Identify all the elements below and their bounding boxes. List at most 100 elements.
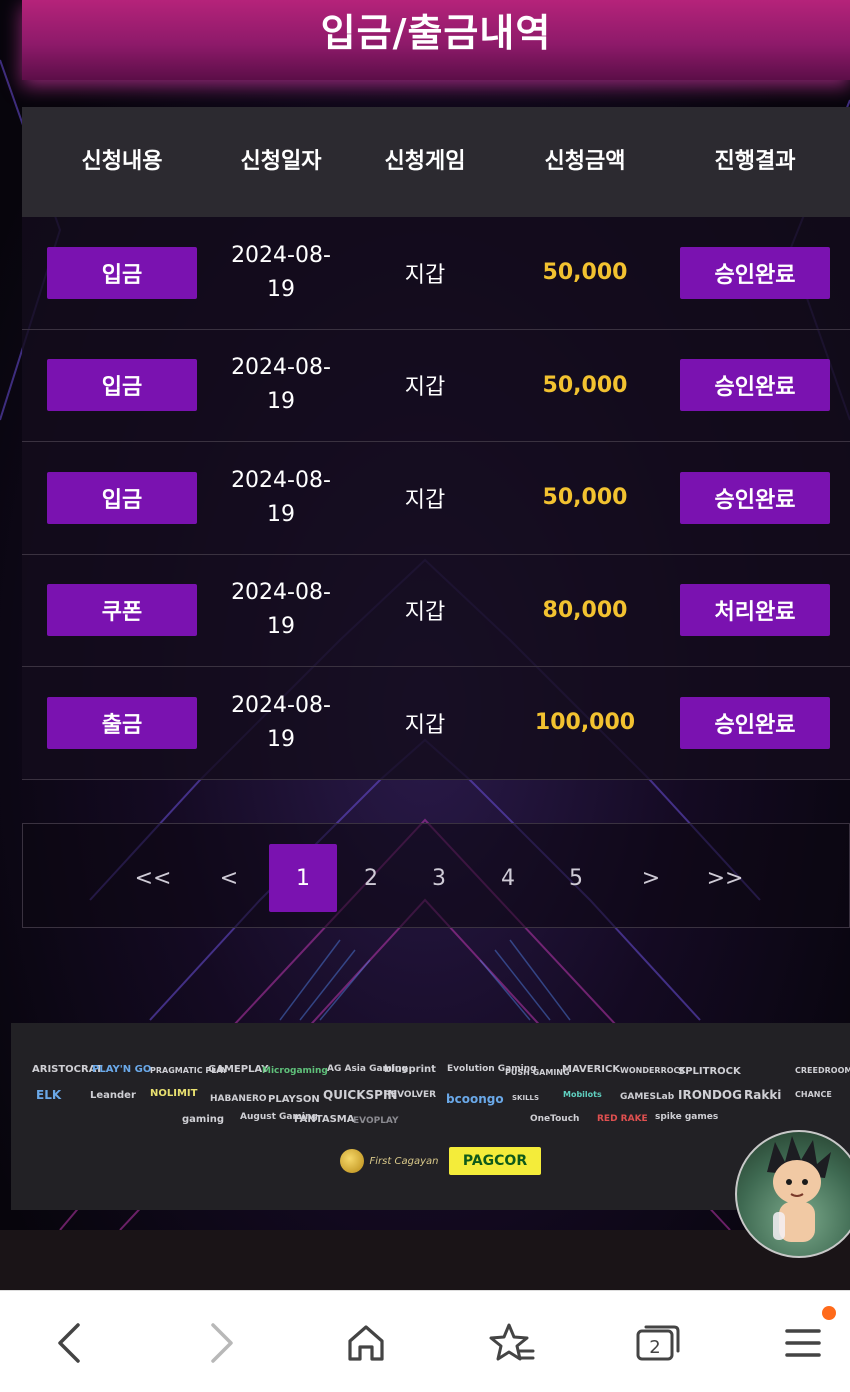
page-3-button[interactable]: 3	[405, 844, 473, 912]
game-value: 지갑	[404, 262, 446, 288]
page-4-button[interactable]: 4	[474, 844, 542, 912]
type-badge[interactable]: 출금	[47, 696, 197, 749]
column-header-date-label: 신청일자	[240, 149, 322, 174]
table-row: 입금 2024-08-19 지갑 50,000 승인완료	[22, 442, 850, 555]
page-1-button[interactable]: 1	[269, 844, 337, 912]
page-bottom-band	[0, 1230, 850, 1290]
provider-logo: SKILLS	[512, 1094, 540, 1102]
provider-logo: SPLITROCK	[678, 1066, 741, 1077]
bookmark-star-icon	[489, 1323, 535, 1361]
provider-logo: PUSH GAMING	[505, 1068, 570, 1077]
back-button[interactable]	[34, 1307, 106, 1379]
status-cell: 승인완료	[660, 696, 850, 749]
game-value: 지갑	[404, 712, 446, 738]
game-cell: 지갑	[340, 594, 510, 626]
notification-dot	[822, 1306, 836, 1320]
home-button[interactable]	[330, 1307, 402, 1379]
type-badge[interactable]: 입금	[47, 359, 197, 412]
date-cell: 2024-08-19	[222, 576, 340, 644]
provider-logo: CHANCE	[795, 1090, 832, 1099]
page-header: 입금/출금내역	[22, 0, 850, 80]
status-badge[interactable]: 승인완료	[680, 359, 830, 412]
status-badge[interactable]: 승인완료	[680, 246, 830, 299]
provider-logo: blueprint	[384, 1064, 436, 1075]
status-badge[interactable]: 처리완료	[680, 584, 830, 637]
date-cell: 2024-08-19	[222, 464, 340, 532]
provider-logo: HABANERO	[210, 1094, 267, 1104]
provider-logo: RED RAKE	[597, 1114, 648, 1124]
character-figure-icon	[767, 1136, 831, 1242]
type-cell: 입금	[22, 471, 222, 524]
provider-logo: bcoongo	[446, 1092, 504, 1106]
amount-cell: 50,000	[510, 260, 660, 285]
date-value: 2024-08-19	[231, 580, 331, 640]
license-label: First Cagayan	[369, 1155, 439, 1167]
tabs-icon: 2	[636, 1325, 680, 1361]
provider-logo: FANTASMA	[294, 1114, 355, 1125]
next-page-button[interactable]: >	[617, 844, 685, 912]
game-value: 지갑	[404, 487, 446, 513]
amount-cell: 80,000	[510, 598, 660, 623]
home-icon	[348, 1325, 384, 1361]
provider-logo: GAMEPLAY	[208, 1064, 269, 1075]
page-5-button[interactable]: 5	[542, 844, 610, 912]
column-header-game: 신청게임	[384, 149, 466, 174]
provider-logo: PLAY'N GO	[92, 1064, 152, 1075]
status-cell: 승인완료	[660, 359, 850, 412]
first-cagayan-logo: First Cagayan	[337, 1147, 441, 1175]
status-badge[interactable]: 승인완료	[680, 696, 830, 749]
status-cell: 승인완료	[660, 246, 850, 299]
type-badge[interactable]: 입금	[47, 471, 197, 524]
amount-value: 100,000	[534, 710, 636, 736]
forward-icon	[211, 1323, 233, 1363]
provider-logo: Rakki	[744, 1088, 782, 1102]
date-value: 2024-08-19	[231, 355, 331, 415]
bookmarks-button[interactable]	[476, 1307, 548, 1379]
date-value: 2024-08-19	[231, 692, 331, 752]
provider-logo: EVOPLAY	[353, 1116, 399, 1126]
provider-footer	[11, 1023, 850, 1210]
table-row: 입금 2024-08-19 지갑 50,000 승인완료	[22, 329, 850, 442]
pagination: << < 1 2 3 4 5 > >>	[22, 823, 850, 928]
type-badge[interactable]: 입금	[47, 246, 197, 299]
browser-navigation-bar: 2	[0, 1290, 850, 1392]
provider-logo: Microgaming	[262, 1066, 328, 1076]
table-header-row: 신청내용 신청일자 신청게임 신청금액 진행결과	[22, 107, 850, 217]
game-cell: 지갑	[340, 369, 510, 401]
tabs-button[interactable]: 2	[622, 1307, 694, 1379]
status-badge[interactable]: 승인완료	[680, 471, 830, 524]
provider-logo: gaming	[182, 1114, 225, 1125]
provider-logo: GAMESLab	[620, 1092, 675, 1102]
table-row: 입금 2024-08-19 지갑 50,000 승인완료	[22, 217, 850, 330]
column-header-date: 신청일자	[222, 145, 340, 179]
table-row: 쿠폰 2024-08-19 지갑 80,000 처리완료	[22, 554, 850, 667]
back-icon	[58, 1323, 80, 1363]
game-value: 지갑	[404, 375, 446, 401]
column-header-status: 진행결과	[714, 149, 796, 174]
page-2-button[interactable]: 2	[337, 844, 405, 912]
provider-logo: NOLIMIT	[150, 1088, 198, 1099]
column-header-amount: 신청금액	[544, 149, 626, 174]
first-page-button[interactable]: <<	[119, 844, 187, 912]
tab-count: 2	[649, 1337, 660, 1358]
game-value: 지갑	[404, 600, 446, 626]
provider-logo: spike games	[655, 1112, 719, 1122]
date-value: 2024-08-19	[231, 242, 331, 302]
game-cell: 지갑	[340, 257, 510, 289]
type-cell: 쿠폰	[22, 584, 222, 637]
type-cell: 입금	[22, 246, 222, 299]
date-cell: 2024-08-19	[222, 689, 340, 757]
type-cell: 출금	[22, 696, 222, 749]
forward-button[interactable]	[185, 1307, 257, 1379]
menu-icon	[785, 1329, 821, 1357]
prev-page-button[interactable]: <	[195, 844, 263, 912]
type-badge[interactable]: 쿠폰	[47, 584, 197, 637]
amount-value: 50,000	[542, 372, 628, 398]
amount-cell: 50,000	[510, 485, 660, 510]
amount-value: 50,000	[542, 260, 628, 286]
status-cell: 승인완료	[660, 471, 850, 524]
amount-cell: 100,000	[510, 710, 660, 735]
last-page-button[interactable]: >>	[691, 844, 759, 912]
amount-value: 80,000	[542, 597, 628, 623]
amount-value: 50,000	[542, 485, 628, 511]
